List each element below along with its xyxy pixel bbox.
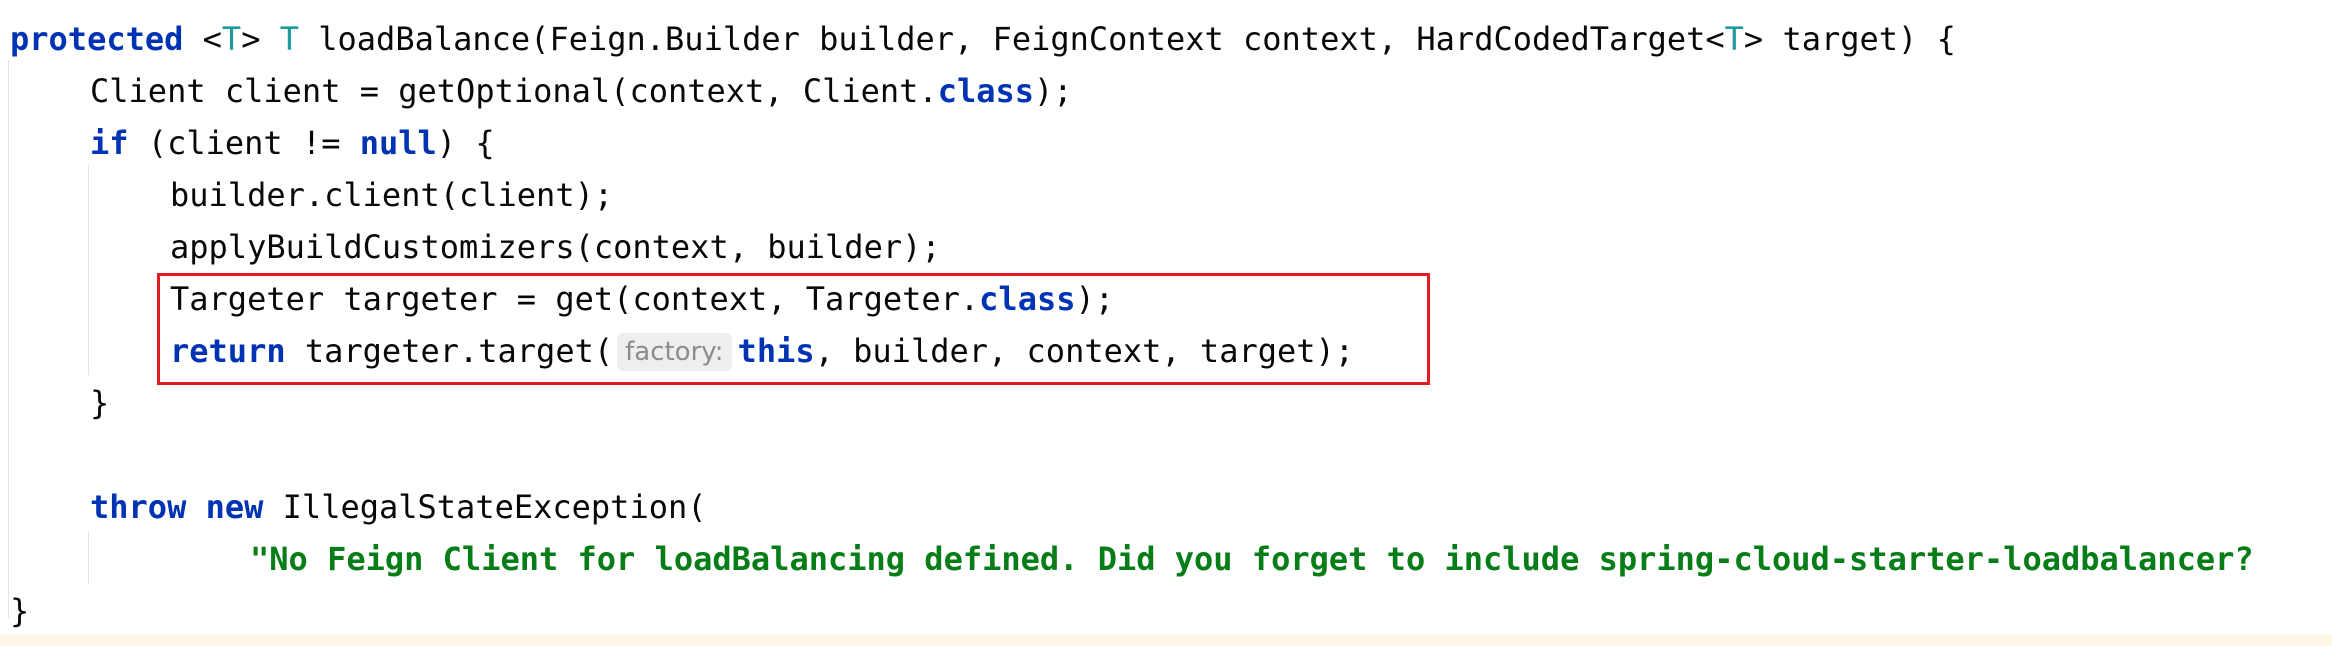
indent-guide-3 (88, 532, 89, 584)
code-text: (client != (128, 124, 360, 162)
code-text: ); (1034, 72, 1073, 110)
code-text: } (90, 384, 110, 422)
type-parameter: T (221, 20, 242, 58)
code-text: ) { (436, 124, 495, 162)
keyword-throw: throw (90, 488, 187, 526)
keyword-class: class (937, 72, 1035, 110)
code-line-11[interactable]: "No Feign Client for loadBalancing defin… (250, 533, 2254, 585)
keyword-protected: protected (10, 20, 184, 58)
keyword-null: null (359, 124, 437, 162)
code-text: > (241, 20, 280, 58)
keyword-if: if (90, 124, 129, 162)
indent-guide-2 (88, 165, 89, 375)
code-line-1[interactable]: protected <T> T loadBalance(Feign.Builde… (10, 13, 1956, 65)
keyword-new: new (205, 488, 264, 526)
string-literal: "No Feign Client for loadBalancing defin… (250, 540, 2254, 578)
code-text: } (10, 592, 30, 630)
code-text: builder.client(client); (170, 176, 614, 214)
type-parameter: T (279, 20, 299, 58)
code-line-3[interactable]: if (client != null) { (90, 117, 495, 169)
code-text: < (183, 20, 222, 58)
type-parameter: T (1724, 20, 1744, 58)
code-line-2[interactable]: Client client = getOptional(context, Cli… (90, 65, 1073, 117)
code-text: applyBuildCustomizers(context, builder); (170, 228, 941, 266)
code-editor[interactable]: protected <T> T loadBalance(Feign.Builde… (0, 0, 2332, 646)
code-line-10[interactable]: throw new IllegalStateException( (90, 481, 707, 533)
code-line-4[interactable]: builder.client(client); (170, 169, 613, 221)
code-text: Client client = getOptional(context, Cli… (90, 72, 938, 110)
indent-guide-1 (8, 60, 9, 618)
code-text: loadBalance(Feign.Builder builder, Feign… (298, 20, 1725, 58)
code-text: IllegalStateException( (263, 488, 707, 526)
highlight-box (157, 273, 1430, 385)
code-line-12[interactable]: } (10, 585, 29, 637)
current-line-highlight (0, 634, 2332, 646)
code-line-8[interactable]: } (90, 377, 109, 429)
code-text: > target) { (1743, 20, 1956, 58)
code-line-5[interactable]: applyBuildCustomizers(context, builder); (170, 221, 941, 273)
